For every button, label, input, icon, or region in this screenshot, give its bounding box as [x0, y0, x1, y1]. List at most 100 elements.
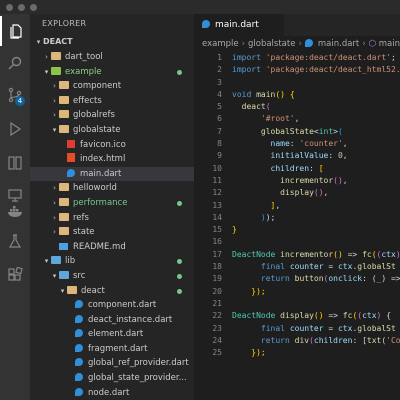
folder-icon [59, 110, 69, 119]
code-token: , [342, 139, 348, 149]
folder-item[interactable]: › state [30, 225, 194, 240]
code-token: children [270, 163, 310, 173]
file-item[interactable]: README.md [30, 240, 194, 255]
code-token: import [232, 53, 266, 62]
code-line: 22 DeactNode display() => fc((ctx) { [194, 310, 400, 322]
folder-item[interactable]: ▾ example [30, 65, 194, 80]
breadcrumb-item[interactable]: globalstate [248, 39, 295, 49]
code-token: ; [390, 53, 396, 62]
code-token: ctx [337, 262, 353, 272]
folder-item[interactable]: ▾ lib [30, 254, 194, 269]
code-token: }); [251, 286, 266, 296]
code-token: () [313, 188, 324, 198]
code-line: 15} [194, 224, 400, 236]
code-token: incrementor [280, 249, 334, 259]
folder-icon [59, 81, 69, 90]
source-control-activity[interactable]: 4 [0, 80, 30, 110]
breadcrumb-item[interactable]: example [202, 39, 239, 49]
testing-icon [8, 234, 22, 248]
code-token: ( [265, 102, 271, 112]
line-number: 25 [212, 348, 222, 358]
run-debug-activity[interactable] [0, 114, 30, 144]
code-token: display [280, 188, 314, 198]
code-token: = [323, 262, 338, 272]
explorer-title: EXPLORER [42, 19, 87, 28]
chevron-down-icon: ▾ [52, 125, 57, 134]
folder-icon [59, 183, 69, 192]
extensions-grid-icon [8, 267, 23, 281]
code-token: name [270, 139, 290, 149]
folder-item[interactable]: › effects [30, 94, 194, 109]
breadcrumb-item[interactable]: main [379, 39, 400, 49]
tree-item-label: lib [65, 256, 76, 267]
testing-activity[interactable] [0, 226, 30, 256]
folder-item[interactable]: › dart_tool [30, 50, 194, 65]
dart-file-icon [75, 314, 83, 323]
folder-item[interactable]: › performance [30, 196, 194, 211]
folder-item[interactable]: ▾ src [30, 269, 194, 284]
tab-main-dart[interactable]: main.dart [194, 14, 284, 36]
search-activity[interactable] [0, 48, 30, 78]
folder-item[interactable]: › component [30, 79, 194, 94]
code-token: ctx [337, 323, 353, 333]
code-token: 'package:deact/deact.dart' [265, 53, 391, 62]
folder-item[interactable]: ▾ deact [30, 284, 194, 299]
file-item[interactable]: component.dart [30, 298, 194, 313]
file-item[interactable]: node.dart [30, 386, 194, 400]
folder-item[interactable]: › helloworld [30, 181, 194, 196]
code-area[interactable]: 1 import 'package:deact/deact.dart'; 2 impo… [194, 52, 400, 359]
code-token: return [260, 335, 295, 345]
folder-icon [59, 95, 69, 104]
docker-icon [8, 206, 22, 217]
breadcrumb-item[interactable]: main.dart [318, 39, 359, 49]
tree-item-label: refs [73, 212, 89, 223]
code-token: ctx [381, 249, 396, 259]
file-item[interactable]: element.dart [30, 327, 194, 342]
file-item[interactable]: favicon.ico [30, 138, 194, 153]
folder-icon [59, 124, 69, 133]
maximize-window-button[interactable] [30, 4, 37, 11]
workspace-name: DEACT [43, 37, 73, 46]
close-window-button[interactable] [6, 4, 13, 11]
folder-item[interactable]: › globalrefs [30, 108, 194, 123]
extensions-grid-activity[interactable] [0, 260, 30, 290]
code-token: counter [289, 323, 324, 333]
line-number: 9 [217, 151, 222, 161]
code-token: final [260, 323, 290, 333]
file-tree: › dart_tool ▾ example › component › effects › glo… [30, 50, 194, 400]
tree-item-label: globalstate [73, 124, 121, 135]
workspace-section-header[interactable]: ▾ DEACT [30, 34, 194, 50]
line-number: 20 [212, 286, 222, 296]
code-token: ) [396, 250, 400, 259]
code-line: 12 display(), [194, 187, 400, 199]
code-line: 20 }); [194, 286, 400, 298]
line-number: 6 [217, 114, 222, 124]
code-token: globalState [260, 126, 314, 136]
code-line: 14 )); [194, 212, 400, 224]
file-item[interactable]: main.dart [30, 166, 194, 182]
extensions-activity[interactable] [0, 148, 30, 178]
file-item[interactable]: global_state_provider... [30, 371, 194, 386]
file-item[interactable]: fragment.dart [30, 342, 194, 357]
tree-item-label: globalrefs [73, 110, 115, 121]
tree-item-label: dart_tool [65, 52, 103, 62]
line-number: 4 [217, 89, 222, 99]
tab-bar: main.dart [194, 14, 400, 36]
file-item[interactable]: global_ref_provider.dart [30, 356, 194, 371]
tree-item-label: global_state_provider... [88, 373, 187, 384]
file-item[interactable]: index.html [30, 152, 194, 167]
docker-activity[interactable] [0, 196, 30, 226]
line-number: 1 [217, 53, 222, 62]
explorer-activity[interactable] [0, 16, 30, 46]
code-token: }); [251, 348, 266, 358]
minimize-window-button[interactable] [18, 4, 25, 11]
folder-item[interactable]: › refs [30, 211, 194, 226]
code-line: 6 '#root', [194, 113, 400, 125]
tree-item-label: state [73, 227, 95, 238]
folder-item[interactable]: ▾ globalstate [30, 123, 194, 138]
file-item[interactable]: deact_instance.dart [30, 313, 194, 328]
